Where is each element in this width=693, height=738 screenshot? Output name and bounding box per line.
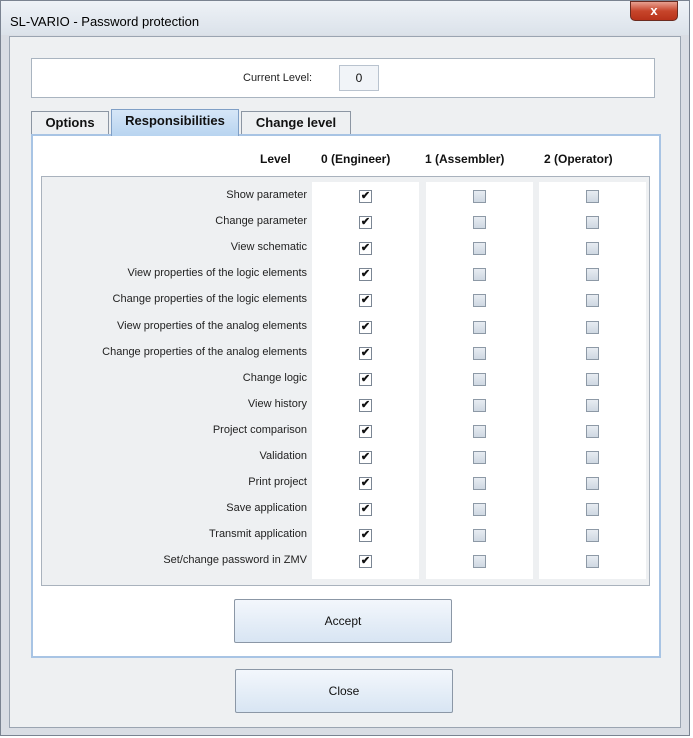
checkbox-engineer[interactable]: ✔	[359, 373, 372, 386]
row-label: Save application	[226, 502, 307, 514]
checkbox-assembler[interactable]	[473, 347, 486, 360]
checkbox-operator[interactable]	[586, 555, 599, 568]
checkbox-assembler[interactable]	[473, 294, 486, 307]
checkmark-icon: ✔	[360, 294, 371, 306]
checkbox-engineer[interactable]: ✔	[359, 477, 372, 490]
checkmark-icon: ✔	[360, 399, 371, 411]
header-level: Level	[260, 152, 291, 166]
checkbox-operator[interactable]	[586, 321, 599, 334]
checkbox-operator[interactable]	[586, 425, 599, 438]
close-button[interactable]: Close	[235, 669, 453, 713]
checkmark-icon: ✔	[360, 477, 371, 489]
row-label: Transmit application	[208, 528, 307, 540]
checkmark-icon: ✔	[360, 373, 371, 385]
checkbox-engineer[interactable]: ✔	[359, 216, 372, 229]
checkmark-icon: ✔	[360, 321, 371, 333]
checkbox-assembler[interactable]	[473, 477, 486, 490]
responsibilities-panel: Level 0 (Engineer) 1 (Assembler) 2 (Oper…	[31, 134, 661, 658]
checkbox-operator[interactable]	[586, 268, 599, 281]
checkmark-icon: ✔	[360, 190, 371, 202]
row-label: Set/change password in ZMV	[163, 554, 307, 566]
checkbox-engineer[interactable]: ✔	[359, 321, 372, 334]
tab-responsibilities[interactable]: Responsibilities	[111, 109, 239, 136]
checkbox-assembler[interactable]	[473, 399, 486, 412]
row-label: Show parameter	[226, 189, 307, 201]
header-operator: 2 (Operator)	[544, 152, 613, 166]
header-engineer: 0 (Engineer)	[321, 152, 391, 166]
close-icon: x	[650, 3, 658, 18]
row-label: Change properties of the logic elements	[112, 293, 307, 305]
checkbox-operator[interactable]	[586, 190, 599, 203]
checkbox-operator[interactable]	[586, 242, 599, 255]
row-label: View history	[247, 398, 307, 410]
checkbox-engineer[interactable]: ✔	[359, 529, 372, 542]
current-level-label: Current Level:	[243, 72, 313, 84]
window-title: SL-VARIO - Password protection	[10, 14, 200, 29]
checkbox-engineer[interactable]: ✔	[359, 451, 372, 464]
checkbox-operator[interactable]	[586, 373, 599, 386]
checkbox-assembler[interactable]	[473, 373, 486, 386]
dialog-body: Current Level: 0 Options Responsibilitie…	[9, 36, 681, 728]
row-label: View properties of the analog elements	[117, 320, 307, 332]
checkbox-operator[interactable]	[586, 347, 599, 360]
checkbox-engineer[interactable]: ✔	[359, 190, 372, 203]
checkbox-assembler[interactable]	[473, 190, 486, 203]
checkbox-engineer[interactable]: ✔	[359, 268, 372, 281]
checkbox-engineer[interactable]: ✔	[359, 347, 372, 360]
row-label: Change logic	[242, 372, 307, 384]
checkmark-icon: ✔	[360, 503, 371, 515]
checkbox-operator[interactable]	[586, 451, 599, 464]
checkbox-assembler[interactable]	[473, 451, 486, 464]
row-label: Project comparison	[212, 424, 307, 436]
window-close-button[interactable]: x	[630, 1, 678, 21]
checkbox-assembler[interactable]	[473, 529, 486, 542]
checkmark-icon: ✔	[360, 555, 371, 567]
checkbox-engineer[interactable]: ✔	[359, 399, 372, 412]
checkbox-engineer[interactable]: ✔	[359, 425, 372, 438]
checkbox-engineer[interactable]: ✔	[359, 294, 372, 307]
row-label: Change properties of the analog elements	[102, 346, 307, 358]
header-assembler: 1 (Assembler)	[425, 152, 505, 166]
checkbox-assembler[interactable]	[473, 321, 486, 334]
checkbox-assembler[interactable]	[473, 242, 486, 255]
checkmark-icon: ✔	[360, 451, 371, 463]
current-level-panel: Current Level: 0	[31, 58, 655, 98]
password-protection-window: SL-VARIO - Password protection x Current…	[0, 0, 690, 736]
checkbox-operator[interactable]	[586, 216, 599, 229]
row-label: Print project	[248, 476, 307, 488]
tab-change-level[interactable]: Change level	[241, 111, 351, 135]
checkbox-assembler[interactable]	[473, 425, 486, 438]
row-label: Change parameter	[215, 215, 307, 227]
row-label: View schematic	[230, 241, 307, 253]
checkbox-engineer[interactable]: ✔	[359, 503, 372, 516]
row-label: View properties of the logic elements	[127, 267, 307, 279]
checkbox-operator[interactable]	[586, 399, 599, 412]
checkmark-icon: ✔	[360, 529, 371, 541]
checkbox-assembler[interactable]	[473, 555, 486, 568]
checkbox-operator[interactable]	[586, 529, 599, 542]
current-level-field: 0	[339, 65, 379, 91]
checkbox-assembler[interactable]	[473, 216, 486, 229]
checkmark-icon: ✔	[360, 216, 371, 228]
checkmark-icon: ✔	[360, 425, 371, 437]
checkbox-operator[interactable]	[586, 294, 599, 307]
checkbox-assembler[interactable]	[473, 503, 486, 516]
checkbox-operator[interactable]	[586, 503, 599, 516]
checkbox-engineer[interactable]: ✔	[359, 242, 372, 255]
checkmark-icon: ✔	[360, 242, 371, 254]
tab-options[interactable]: Options	[31, 111, 109, 135]
responsibilities-table: Show parameter ✔ Change parameter ✔ View sch…	[41, 176, 650, 586]
row-label: Validation	[259, 450, 308, 462]
checkmark-icon: ✔	[360, 347, 371, 359]
checkbox-engineer[interactable]: ✔	[359, 555, 372, 568]
accept-button[interactable]: Accept	[234, 599, 452, 643]
checkmark-icon: ✔	[360, 268, 371, 280]
checkbox-assembler[interactable]	[473, 268, 486, 281]
title-bar[interactable]: SL-VARIO - Password protection x	[1, 1, 689, 35]
checkbox-operator[interactable]	[586, 477, 599, 490]
